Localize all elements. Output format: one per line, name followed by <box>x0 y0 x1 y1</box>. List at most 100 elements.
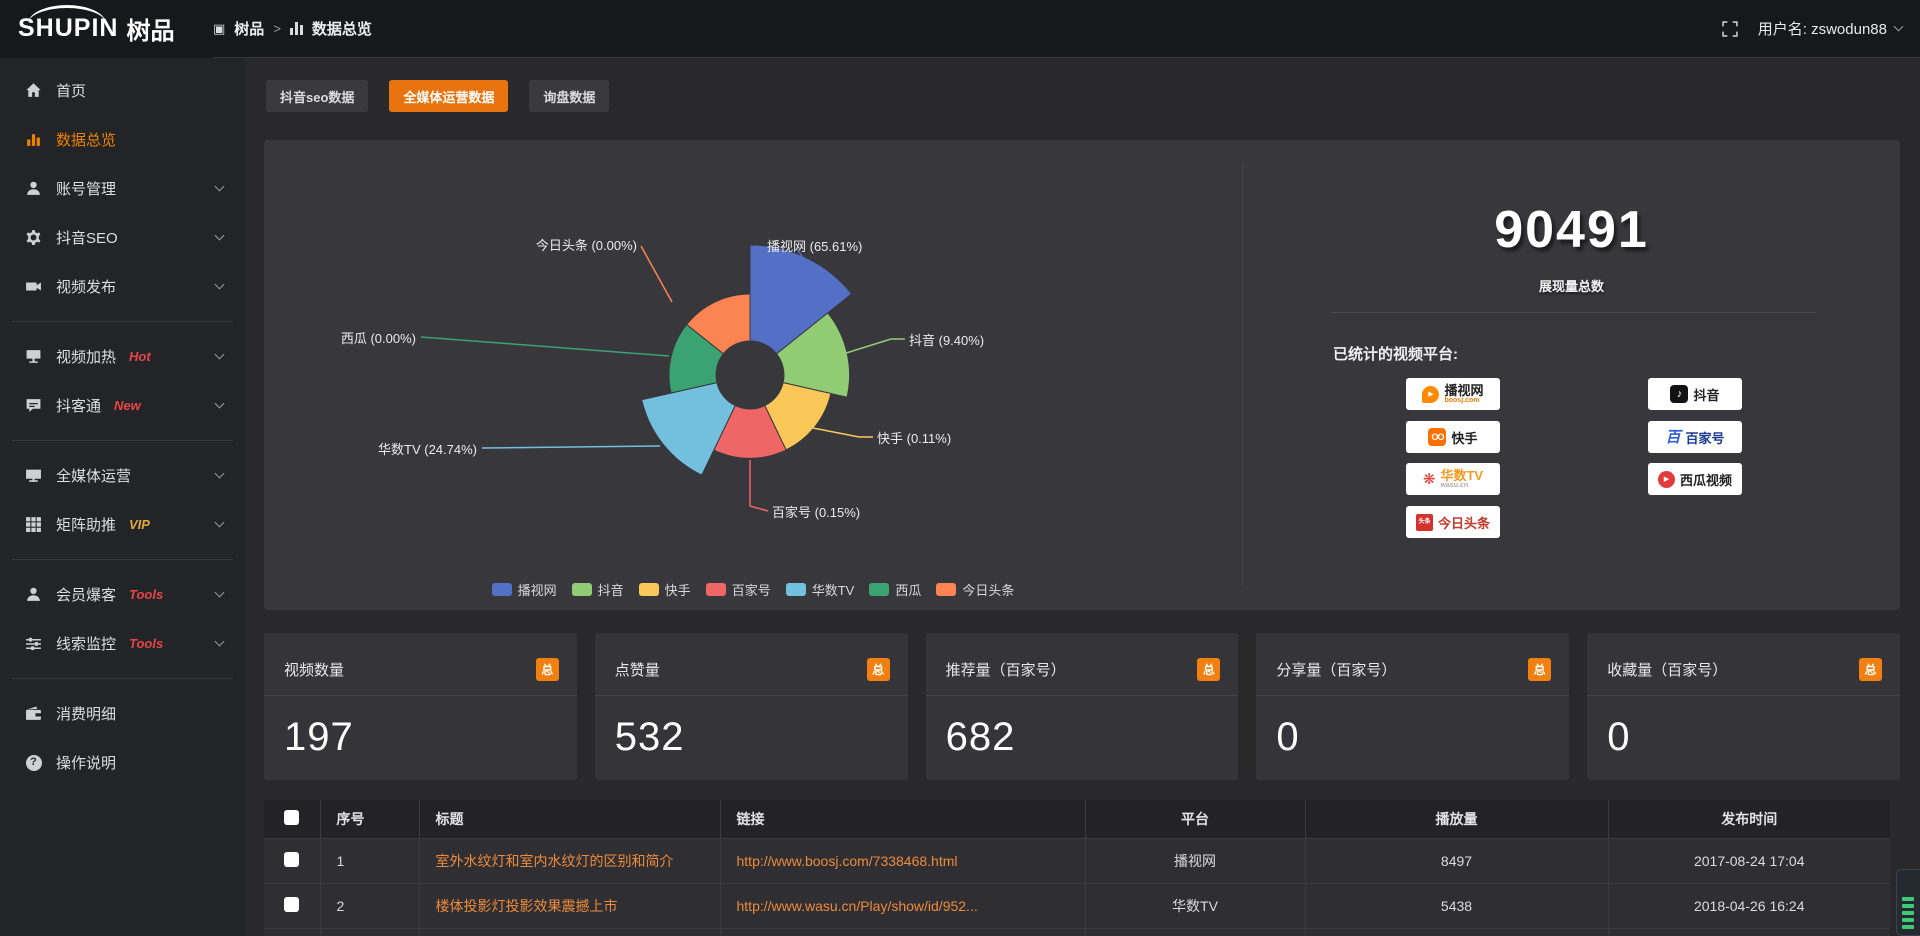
monitor-icon <box>25 467 42 484</box>
sidebar-item-grid[interactable]: 矩阵助推VIP <box>0 500 245 549</box>
legend-item-百家号[interactable]: 百家号 <box>706 580 771 599</box>
chat-icon <box>25 397 42 414</box>
cell-title-link[interactable]: 楼体投影灯投影效果震撼上市 <box>436 898 618 914</box>
table-row: 2 楼体投影灯投影效果震撼上市 http://www.wasu.cn/Play/sh… <box>264 883 1890 928</box>
floating-side-widget[interactable] <box>1896 869 1920 936</box>
chevron-down-icon <box>215 399 225 409</box>
legend-item-抖音[interactable]: 抖音 <box>572 580 624 599</box>
boosj-logo-icon: ▶ <box>1422 386 1439 403</box>
cell-link: http://www.boosj.com/7338468.html <box>720 838 1085 883</box>
tab-2[interactable]: 询盘数据 <box>529 80 609 112</box>
legend-item-西瓜[interactable]: 西瓜 <box>869 580 921 599</box>
row-checkbox[interactable] <box>284 852 299 867</box>
cell-index: 2 <box>320 883 419 928</box>
chevron-down-icon <box>215 588 225 598</box>
sidebar-divider <box>12 440 233 441</box>
platform-share-pie-chart: 播视网抖音快手 百家号华数TV 西瓜今日头条 播视网 (65.61%) 抖音 (9.4… <box>264 140 1242 610</box>
sidebar-item-label: 视频加热 <box>56 346 116 367</box>
stat-cards-row: 视频数量总197点赞量总532推荐量（百家号）总682分享量（百家号）总0收藏量… <box>264 633 1900 780</box>
sidebar-item-video[interactable]: 视频发布 <box>0 262 245 311</box>
table-header-row: 序号标题链接平台播放量发布时间 <box>264 800 1890 838</box>
platform-name: 播视网 <box>1444 384 1483 398</box>
pie-leader-快手 <box>813 428 873 437</box>
stat-card-4: 收藏量（百家号）总0 <box>1587 633 1900 780</box>
legend-label: 百家号 <box>732 580 771 599</box>
platform-name: 百家号 <box>1686 428 1725 447</box>
legend-label: 播视网 <box>518 580 557 599</box>
pie-label-抖音: 抖音 (9.40%) <box>909 330 984 349</box>
fullscreen-icon[interactable] <box>1722 21 1738 37</box>
legend-item-快手[interactable]: 快手 <box>639 580 691 599</box>
sidebar-badge-hot: Hot <box>129 349 151 364</box>
sidebar-item-gear[interactable]: 抖音SEO <box>0 213 245 262</box>
sidebar-item-user[interactable]: 账号管理 <box>0 164 245 213</box>
sidebar-divider <box>12 321 233 322</box>
cell-link-link[interactable]: http://www.boosj.com/7338468.html <box>737 853 958 869</box>
sidebar-item-user2[interactable]: 会员爆客 Tools <box>0 570 245 619</box>
platforms-label: 已统计的视频平台: <box>1333 343 1458 364</box>
user-icon-wrap <box>24 179 43 198</box>
sidebar-item-label: 矩阵助推 <box>56 514 116 535</box>
cell-title-link[interactable]: 室外水纹灯和室内水纹灯的区别和简介 <box>436 853 674 869</box>
col-header-4: 播放量 <box>1305 800 1608 838</box>
cell-published: 2017-08-24 17:04 <box>1608 838 1890 883</box>
heat-icon-wrap <box>24 347 43 366</box>
platform-badge-boosj: ▶ 播视网boosj.com <box>1406 378 1500 410</box>
legend-item-播视网[interactable]: 播视网 <box>492 580 557 599</box>
tab-0[interactable]: 抖音seo数据 <box>266 80 368 112</box>
sidebar-item-label: 抖音SEO <box>56 227 118 248</box>
help-icon: ? <box>26 755 42 771</box>
legend-item-今日头条[interactable]: 今日头条 <box>936 580 1014 599</box>
sidebar-item-wallet[interactable]: 消费明细 <box>0 689 245 738</box>
grid-icon <box>25 516 42 533</box>
breadcrumb-root[interactable]: 树品 <box>234 18 264 39</box>
baijiahao-logo-icon: 百 <box>1665 430 1680 445</box>
overview-divider <box>1331 312 1816 313</box>
total-badge: 总 <box>1528 658 1551 681</box>
bar-chart-icon <box>290 22 303 35</box>
sidebar-badge-tools: Tools <box>129 636 163 651</box>
xigua-logo-icon: ▶ <box>1658 471 1675 488</box>
row-checkbox[interactable] <box>284 897 299 912</box>
platform-sub: boosj.com <box>1444 397 1483 404</box>
cell-link-link[interactable]: http://www.wasu.cn/Play/show/id/952... <box>737 898 978 914</box>
sidebar-item-sliders[interactable]: 线索监控Tools <box>0 619 245 668</box>
username-dropdown[interactable]: 用户名: zswodun88 <box>1758 18 1902 39</box>
sidebar-item-heat[interactable]: 视频加热 Hot <box>0 332 245 381</box>
logo-text-cn: 树品 <box>126 11 174 46</box>
tab-1[interactable]: 全媒体运营数据 <box>389 80 508 112</box>
cell-published: 2018-04-26 16:24 <box>1608 883 1890 928</box>
sidebar-item-monitor[interactable]: 全媒体运营 <box>0 451 245 500</box>
cell-plays: 5438 <box>1305 883 1608 928</box>
stat-card-1: 点赞量总532 <box>595 633 908 780</box>
stat-card-value: 0 <box>1276 715 1299 760</box>
sidebar-item-label: 会员爆客 <box>56 584 116 605</box>
media-operations-panel: 播视网抖音快手百家号华数TV西瓜今日头条 播视网 (65.61%)抖音 (9.4… <box>264 140 1900 610</box>
impressions-overview: 90491 展现量总数 已统计的视频平台: ▶播视网boosj.comOO快手❋… <box>1243 140 1900 610</box>
top-bar: SHUPIN 树品 ▣ 树品 > 数据总览 用户名: zswodun88 <box>0 0 1920 58</box>
pie-label-播视网: 播视网 (65.61%) <box>767 236 862 255</box>
sidebar-item-home[interactable]: 首页 <box>0 66 245 115</box>
pie-slice-华数TV[interactable] <box>642 383 736 476</box>
data-tabs: 抖音seo数据全媒体运营数据询盘数据 <box>266 80 609 112</box>
chevron-down-icon <box>215 280 225 290</box>
breadcrumb: ▣ 树品 > 数据总览 <box>213 0 372 57</box>
platform-name: 今日头条 <box>1438 513 1490 532</box>
pie-label-百家号: 百家号 (0.15%) <box>772 502 860 521</box>
sidebar-item-chat[interactable]: 抖客通New <box>0 381 245 430</box>
sidebar-badge-tools: Tools <box>129 587 163 602</box>
breadcrumb-current[interactable]: 数据总览 <box>312 18 372 39</box>
legend-swatch <box>706 583 726 596</box>
app-logo: SHUPIN 树品 <box>18 11 174 46</box>
select-all-checkbox[interactable] <box>284 810 299 825</box>
stat-card-header: 分享量（百家号）总 <box>1256 633 1569 696</box>
sidebar-item-chart[interactable]: 数据总览 <box>0 115 245 164</box>
chevron-down-icon <box>215 350 225 360</box>
total-badge: 总 <box>867 658 890 681</box>
username-label: 用户名: zswodun88 <box>1758 18 1887 39</box>
platform-badge-xigua: ▶西瓜视频 <box>1648 463 1742 495</box>
chevron-down-icon <box>215 518 225 528</box>
sidebar-item-help[interactable]: ?操作说明 <box>0 738 245 787</box>
legend-item-华数TV[interactable]: 华数TV <box>786 580 855 599</box>
help-icon-wrap: ? <box>24 753 43 772</box>
